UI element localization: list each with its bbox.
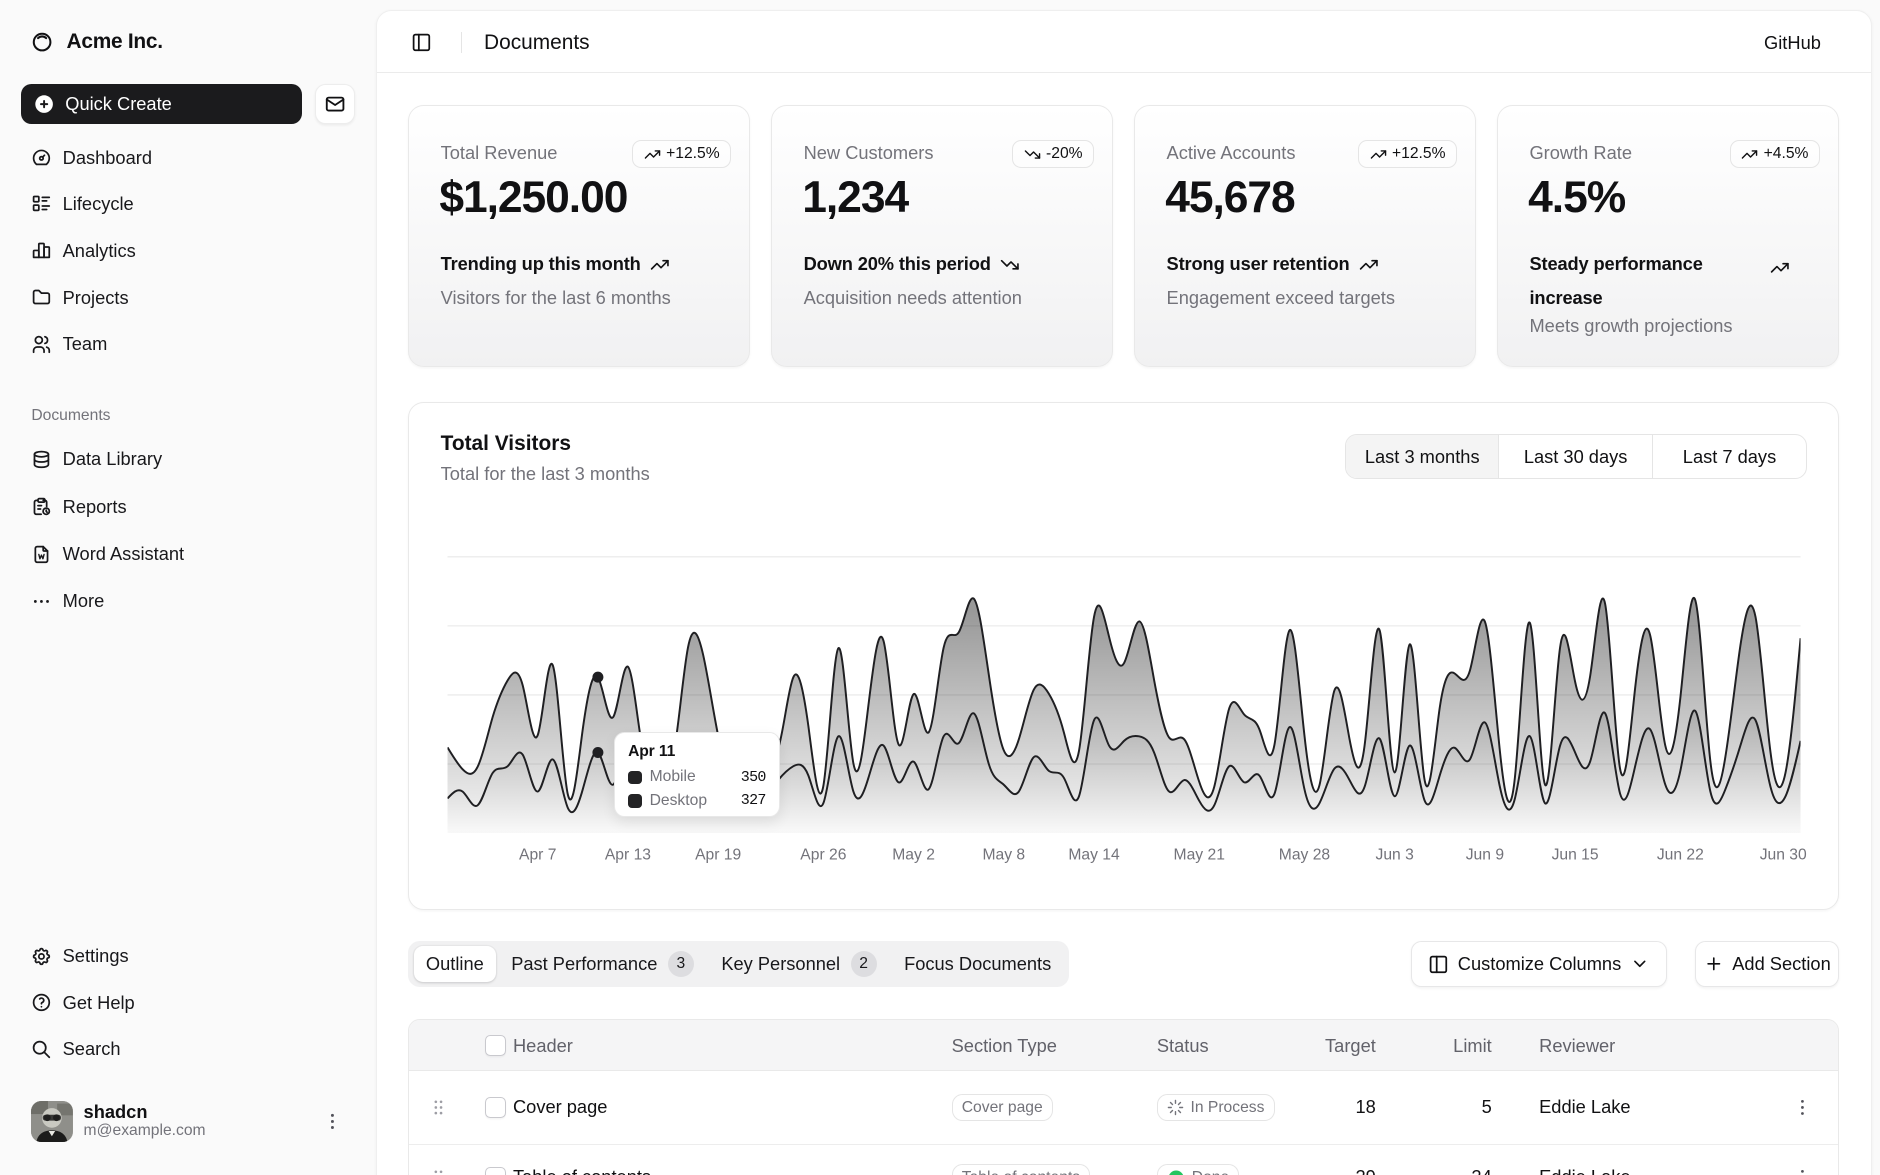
svg-text:Jun 9: Jun 9 xyxy=(1466,846,1504,863)
svg-text:May 14: May 14 xyxy=(1069,846,1121,863)
svg-text:May 2: May 2 xyxy=(893,846,936,863)
svg-text:Jun 22: Jun 22 xyxy=(1657,846,1704,863)
svg-text:Jun 30: Jun 30 xyxy=(1760,846,1807,863)
svg-text:Apr 13: Apr 13 xyxy=(605,846,651,863)
svg-text:May 21: May 21 xyxy=(1174,846,1225,863)
svg-text:May 8: May 8 xyxy=(983,846,1026,863)
svg-text:May 28: May 28 xyxy=(1279,846,1331,863)
svg-text:Jun 15: Jun 15 xyxy=(1552,846,1599,863)
svg-text:Apr 7: Apr 7 xyxy=(519,846,556,863)
svg-text:Apr 26: Apr 26 xyxy=(801,846,847,863)
svg-text:Apr 19: Apr 19 xyxy=(695,846,741,863)
svg-text:Jun 3: Jun 3 xyxy=(1376,846,1415,863)
